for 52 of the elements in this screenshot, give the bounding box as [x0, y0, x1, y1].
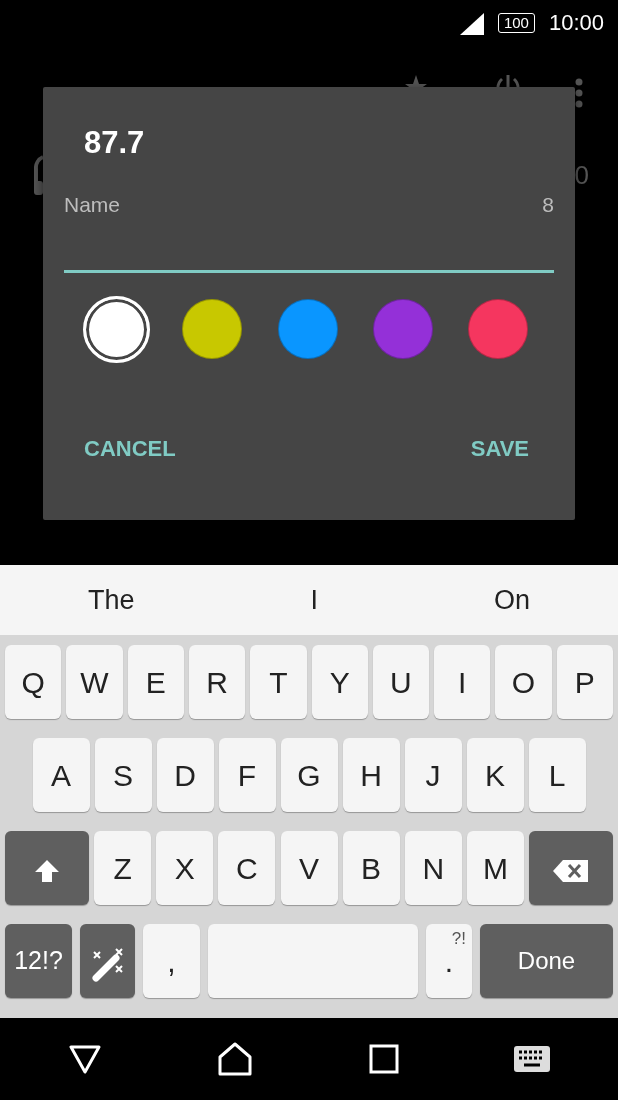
suggestion[interactable]: The — [88, 579, 135, 621]
key[interactable]: F — [218, 738, 276, 812]
back-icon[interactable] — [67, 1044, 102, 1074]
key[interactable]: N — [404, 831, 462, 905]
save-button[interactable]: SAVE — [470, 431, 529, 465]
key[interactable]: Q — [5, 645, 62, 719]
key[interactable]: X — [156, 831, 214, 905]
key[interactable]: I — [434, 645, 491, 719]
suggestion[interactable]: On — [493, 579, 530, 621]
cancel-button[interactable]: CANCEL — [84, 431, 176, 465]
key[interactable]: O — [495, 645, 552, 719]
keyboard-icon[interactable] — [514, 1046, 551, 1072]
period-key[interactable]: ?! . — [426, 924, 472, 998]
key[interactable]: , — [143, 924, 200, 998]
key[interactable]: M — [466, 831, 524, 905]
recents-icon[interactable] — [368, 1044, 399, 1074]
key[interactable]: Y — [311, 645, 368, 719]
symbols-key[interactable]: 12!? — [5, 924, 72, 998]
battery-icon: 100 — [497, 12, 535, 33]
home-icon[interactable] — [217, 1042, 254, 1076]
key[interactable]: B — [342, 831, 400, 905]
suggestion[interactable]: I — [310, 579, 318, 621]
partial-text: 0 — [575, 160, 589, 190]
character-counter: 8 — [542, 192, 554, 218]
key[interactable]: E — [127, 645, 184, 719]
key[interactable]: L — [528, 738, 586, 812]
magic-wand-key[interactable] — [80, 924, 135, 998]
dialog-title: 87.7 — [84, 125, 146, 161]
key[interactable]: C — [218, 831, 276, 905]
key[interactable]: J — [404, 738, 462, 812]
key[interactable]: P — [556, 645, 613, 719]
key[interactable]: R — [188, 645, 246, 719]
clock: 10:00 — [548, 9, 604, 37]
headphones-icon — [34, 155, 44, 195]
key[interactable]: V — [280, 831, 338, 905]
backspace-key[interactable] — [529, 831, 613, 905]
key[interactable]: U — [372, 645, 430, 719]
shift-key[interactable] — [5, 831, 89, 905]
key[interactable]: Z — [94, 831, 152, 905]
more-icon — [575, 78, 583, 108]
field-label: Name — [64, 192, 121, 218]
key[interactable]: H — [342, 738, 400, 812]
key[interactable]: G — [280, 738, 338, 812]
key[interactable]: D — [156, 738, 214, 812]
key[interactable]: K — [466, 738, 524, 812]
key[interactable]: W — [66, 645, 123, 719]
done-key[interactable]: Done — [480, 924, 613, 998]
key[interactable]: T — [250, 645, 307, 719]
key[interactable]: S — [94, 738, 152, 812]
key[interactable]: A — [32, 738, 90, 812]
backspace-icon — [553, 858, 589, 883]
shift-icon — [34, 858, 60, 883]
